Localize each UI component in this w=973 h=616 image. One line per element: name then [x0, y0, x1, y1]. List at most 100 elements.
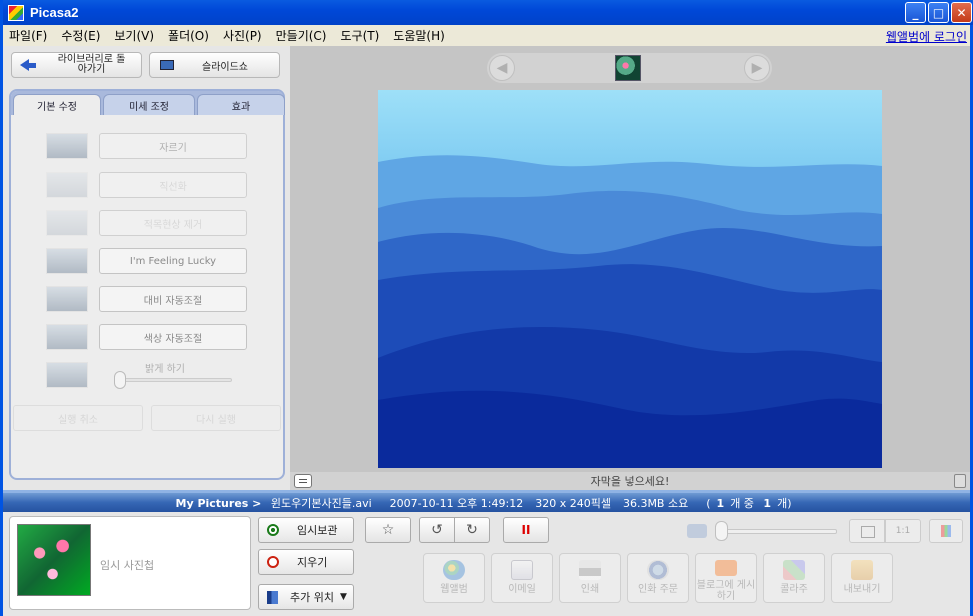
fill-light-label: 밝게 하기	[145, 364, 185, 375]
photo-info-bar: My Pictures > 윈도우기본사진들.avi 2007-10-11 오후…	[3, 490, 970, 512]
folder-breadcrumb[interactable]: My Pictures >	[176, 497, 262, 510]
menu-view[interactable]: 보기(V)	[114, 27, 154, 44]
star-button[interactable]: ☆	[365, 517, 411, 543]
collage-button[interactable]: 콜라주	[763, 553, 825, 603]
export-folder-icon	[851, 560, 873, 580]
pause-button[interactable]: II	[503, 517, 549, 543]
rotate-right-button[interactable]: ↻	[454, 517, 490, 543]
slideshow-button[interactable]: 슬라이드쇼	[149, 52, 280, 78]
redo-button[interactable]: 다시 실행	[151, 405, 281, 431]
tab-tuning[interactable]: 미세 조정	[103, 94, 195, 115]
photo-tray: 임시 사진첩 임시보관 지우기 추가 위치 ▼ ☆ ↺ ↻ II 1:1 웹앨범	[3, 512, 970, 616]
chevron-down-icon: ▼	[339, 592, 347, 602]
tray-thumbnail[interactable]	[17, 524, 91, 596]
mountain-landscape-image	[378, 90, 882, 468]
print-button[interactable]: 인쇄	[559, 553, 621, 603]
edit-tabs-panel: 기본 수정 미세 조정 효과 자르기 직선화 적목현상 제거 I'm Feeli…	[9, 89, 285, 480]
hold-button[interactable]: 임시보관	[258, 517, 354, 543]
caption-placeholder[interactable]: 자막을 넣으세요!	[591, 473, 670, 489]
rotate-left-button[interactable]: ↺	[419, 517, 455, 543]
app-window: Picasa2 _ □ ✕ 파일(F) 수정(E) 보기(V) 폴더(O) 사진…	[0, 0, 973, 616]
tray-label: 임시 사진첩	[100, 559, 155, 572]
web-album-icon	[443, 560, 465, 580]
zoom-icon	[687, 524, 707, 538]
clear-button[interactable]: 지우기	[258, 549, 354, 575]
slideshow-icon	[160, 60, 174, 70]
order-prints-button[interactable]: 인화 주문	[627, 553, 689, 603]
window-title: Picasa2	[30, 5, 79, 20]
slideshow-label: 슬라이드쇼	[202, 61, 248, 73]
zoom-slider-handle[interactable]	[715, 521, 728, 541]
zoom-slider[interactable]	[717, 529, 837, 534]
printer-icon	[579, 560, 601, 580]
order-prints-icon	[647, 560, 669, 580]
next-photo-button[interactable]: ▶	[744, 55, 770, 81]
actual-size-button[interactable]: 1:1	[885, 519, 921, 543]
email-icon	[511, 560, 533, 580]
feeling-lucky-button[interactable]: I'm Feeling Lucky	[99, 248, 247, 274]
menu-help[interactable]: 도움말(H)	[393, 27, 445, 44]
menu-edit[interactable]: 수정(E)	[61, 27, 100, 44]
fill-light-slider[interactable]	[114, 378, 232, 382]
main-photo[interactable]	[378, 90, 882, 468]
straighten-preview-icon	[46, 172, 88, 198]
pause-icon: II	[521, 523, 531, 537]
rotate-right-icon: ↻	[466, 522, 478, 538]
filmstrip-thumbnail[interactable]	[615, 55, 641, 81]
right-arrow-icon: ▶	[751, 60, 763, 76]
blog-this-button[interactable]: 블로그에 게시하기	[695, 553, 757, 603]
close-button[interactable]: ✕	[951, 2, 972, 23]
caption-icon[interactable]	[294, 474, 312, 488]
menu-tools[interactable]: 도구(T)	[341, 27, 380, 44]
export-button[interactable]: 내보내기	[831, 553, 893, 603]
straighten-button[interactable]: 직선화	[99, 172, 247, 198]
fill-light-preview-icon	[46, 362, 88, 388]
maximize-button[interactable]: □	[928, 2, 949, 23]
color-preview-icon	[46, 324, 88, 350]
trash-icon[interactable]	[954, 474, 966, 488]
menu-folder[interactable]: 폴더(O)	[168, 27, 209, 44]
back-to-library-label: 라이브러리로 돌아가기	[57, 54, 126, 75]
auto-color-button[interactable]: 색상 자동조절	[99, 324, 247, 350]
caption-bar[interactable]: 자막을 넣으세요!	[290, 472, 970, 490]
redeye-button[interactable]: 적목현상 제거	[99, 210, 247, 236]
blogger-icon	[715, 560, 737, 576]
effects-icon	[941, 525, 951, 537]
album-icon	[267, 590, 278, 604]
tab-effects[interactable]: 효과	[197, 94, 285, 115]
menu-file[interactable]: 파일(F)	[9, 27, 47, 44]
undo-button[interactable]: 실행 취소	[13, 405, 143, 431]
filmstrip-nav: ◀ ▶	[487, 53, 772, 83]
title-bar[interactable]: Picasa2 _ □ ✕	[3, 0, 973, 25]
fit-to-screen-button[interactable]	[849, 519, 885, 543]
crop-button[interactable]: 자르기	[99, 133, 247, 159]
photo-dimensions: 320 x 240픽셀	[535, 496, 611, 510]
tab-basic-fixes[interactable]: 기본 수정	[13, 94, 101, 115]
photo-viewer: ◀ ▶ 자막을 넣으세요!	[290, 46, 970, 490]
minimize-button[interactable]: _	[905, 2, 926, 23]
hold-icon	[267, 524, 279, 536]
menu-bar: 파일(F) 수정(E) 보기(V) 폴더(O) 사진(P) 만들기(C) 도구(…	[3, 25, 970, 46]
back-to-library-button[interactable]: 라이브러리로 돌아가기	[11, 52, 142, 78]
web-album-login-link[interactable]: 웹앨범에 로그인	[886, 28, 967, 45]
previous-photo-button[interactable]: ◀	[489, 55, 515, 81]
menu-picture[interactable]: 사진(P)	[223, 27, 262, 44]
edit-panel: 라이브러리로 돌아가기 슬라이드쇼 기본 수정 미세 조정 효과 자르기 직선화…	[3, 46, 290, 490]
redeye-preview-icon	[46, 210, 88, 236]
add-to-button[interactable]: 추가 위치 ▼	[258, 584, 354, 610]
photo-tray-box: 임시 사진첩	[9, 516, 251, 610]
collage-icon	[783, 560, 805, 580]
star-icon: ☆	[381, 522, 395, 538]
auto-contrast-button[interactable]: 대비 자동조절	[99, 286, 247, 312]
picasa-logo-icon	[8, 4, 24, 21]
lucky-preview-icon	[46, 248, 88, 274]
photo-datetime: 2007-10-11 오후 1:49:12	[389, 496, 524, 510]
web-album-button[interactable]: 웹앨범	[423, 553, 485, 603]
file-name: 윈도우기본사진들.avi	[270, 496, 372, 510]
effects-button[interactable]	[929, 519, 963, 543]
fill-light-slider-handle[interactable]	[114, 371, 126, 389]
clear-icon	[267, 556, 279, 568]
menu-create[interactable]: 만들기(C)	[276, 27, 327, 44]
email-button[interactable]: 이메일	[491, 553, 553, 603]
photo-count: (1 개 중 1 개)	[706, 496, 792, 510]
